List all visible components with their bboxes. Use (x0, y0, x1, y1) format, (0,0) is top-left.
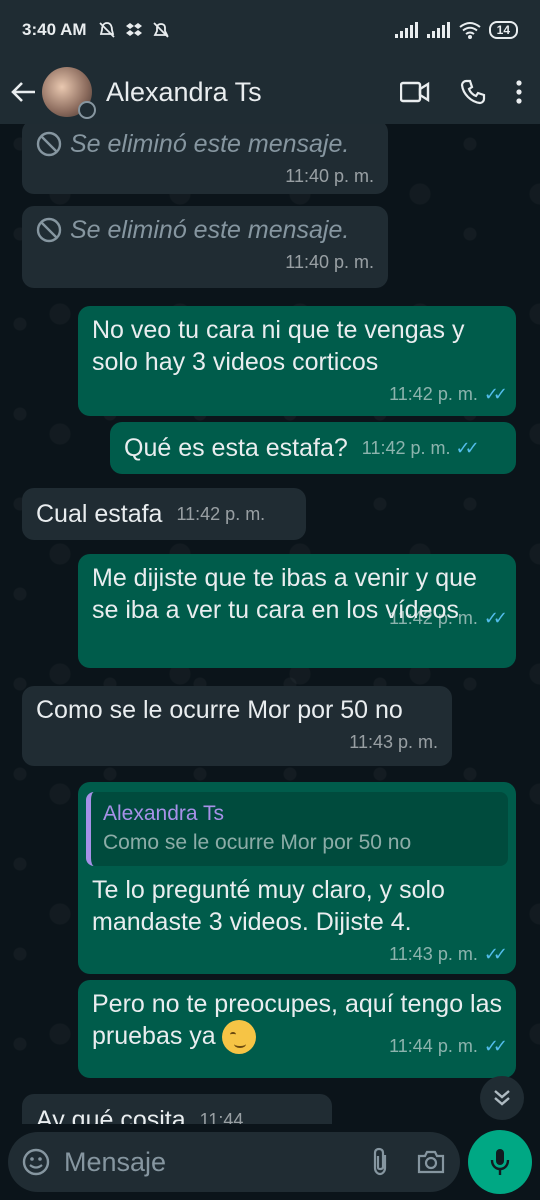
read-ticks-icon: ✓✓ (455, 438, 480, 458)
message-text: Te lo pregunté muy claro, y solo mandast… (92, 876, 445, 936)
phone-call-icon[interactable] (460, 79, 486, 105)
message-bubble-outgoing[interactable]: No veo tu cara ni que te vengas y solo h… (78, 306, 516, 416)
message-bubble-incoming[interactable]: Cual estafa 11:42 p. m. (22, 488, 306, 540)
signal-icon-1 (394, 22, 418, 38)
chevron-double-down-icon (494, 1090, 510, 1106)
message-time: 11:43 p. m. (389, 944, 478, 964)
notification-off-icon (98, 22, 115, 38)
message-bubble-incoming[interactable]: Como se le ocurre Mor por 50 no 11:43 p.… (22, 686, 452, 766)
alarm-off-icon (152, 22, 169, 38)
chat-header: Alexandra Ts (0, 60, 540, 124)
message-time: 11:42 p. m. (389, 384, 478, 404)
blocked-icon (36, 217, 62, 243)
emoji-icon[interactable] (22, 1148, 50, 1176)
back-button[interactable] (10, 72, 38, 112)
more-options-icon[interactable] (516, 80, 522, 104)
chat-area[interactable]: Se eliminó este mensaje. 11:40 p. m. Se … (0, 124, 540, 1124)
message-text: Como se le ocurre Mor por 50 no (36, 696, 403, 724)
message-time: 11:43 p. m. (349, 732, 438, 752)
message-bubble-incoming[interactable]: Ay qué cosita 11:44 (22, 1094, 332, 1124)
read-ticks-icon: ✓✓ (483, 944, 508, 964)
message-time: 11:42 p. m. (389, 608, 478, 628)
message-text: Ay qué cosita (36, 1106, 186, 1124)
camera-icon[interactable] (416, 1149, 446, 1175)
message-time: 11:44 (199, 1110, 244, 1124)
quoted-message[interactable]: Alexandra Ts Como se le ocurre Mor por 5… (86, 792, 508, 866)
status-bar: 3:40 AM 14 (0, 0, 540, 60)
message-text: Se eliminó este mensaje. (70, 130, 350, 158)
voice-message-button[interactable] (468, 1130, 532, 1194)
message-composer: Mensaje (0, 1124, 540, 1200)
video-call-icon[interactable] (400, 81, 430, 103)
battery-indicator: 14 (488, 21, 518, 39)
message-time: 11:40 p. m. (285, 166, 374, 186)
read-ticks-icon: ✓✓ (483, 1036, 508, 1057)
message-input-placeholder[interactable]: Mensaje (64, 1147, 356, 1178)
message-text: Se eliminó este mensaje. (70, 216, 350, 244)
arrow-left-icon (11, 82, 35, 102)
message-bubble-outgoing[interactable]: Pero no te preocupes, aquí tengo las pru… (78, 980, 516, 1078)
signal-icon-2 (426, 22, 450, 38)
read-ticks-icon: ✓✓ (483, 384, 508, 404)
microphone-icon (490, 1149, 510, 1175)
message-text: Cual estafa (36, 500, 163, 528)
read-ticks-icon: ✓✓ (483, 608, 508, 628)
wifi-icon (459, 22, 481, 39)
message-bubble-deleted[interactable]: Se eliminó este mensaje. 11:40 p. m. (22, 124, 388, 194)
status-time: 3:40 AM (22, 20, 87, 39)
message-time: 11:42 p. m. (176, 504, 266, 524)
message-time: 11:40 p. m. (285, 252, 374, 272)
message-time: 11:44 p. m. (389, 1036, 478, 1057)
dropbox-icon (125, 23, 142, 36)
contact-name[interactable]: Alexandra Ts (106, 77, 262, 108)
quoted-author: Alexandra Ts (103, 802, 225, 825)
message-bubble-deleted[interactable]: Se eliminó este mensaje. 11:40 p. m. (22, 206, 388, 288)
message-bubble-outgoing[interactable]: Qué es esta estafa? 11:42 p. m. ✓✓ (110, 422, 516, 474)
quoted-text: Como se le ocurre Mor por 50 no (103, 831, 412, 854)
blocked-icon (36, 131, 62, 157)
scroll-to-bottom-button[interactable] (480, 1076, 524, 1120)
message-bubble-outgoing[interactable]: Me dijiste que te ibas a venir y que se … (78, 554, 516, 668)
avatar[interactable] (42, 67, 96, 119)
attach-icon[interactable] (370, 1147, 390, 1177)
message-input-field[interactable]: Mensaje (8, 1132, 460, 1192)
smiling-face-emoji-icon (221, 1020, 256, 1055)
message-bubble-reply[interactable]: Alexandra Ts Como se le ocurre Mor por 5… (78, 782, 516, 974)
message-text: Qué es esta estafa? (124, 434, 348, 462)
message-time: 11:42 p. m. (361, 438, 451, 458)
status-ring-icon (78, 101, 96, 119)
message-text: No veo tu cara ni que te vengas y solo h… (92, 316, 465, 376)
